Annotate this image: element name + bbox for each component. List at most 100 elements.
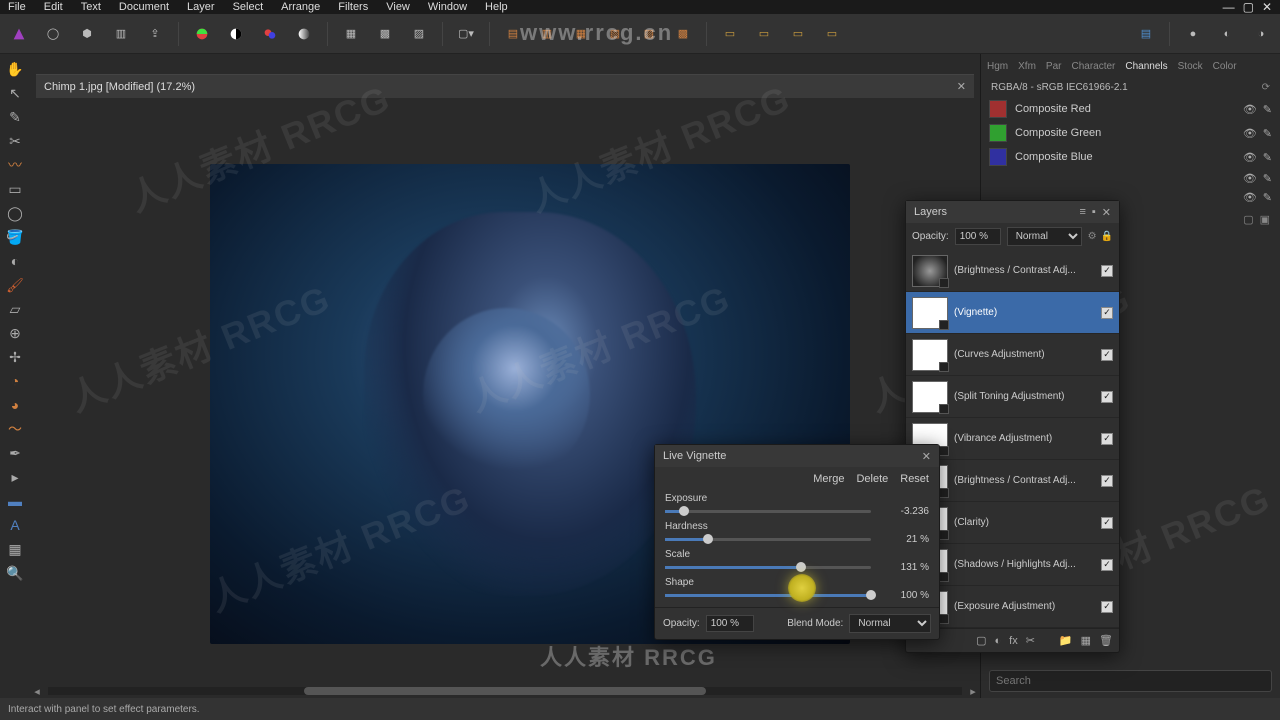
document-close-icon[interactable]: ✕ [957, 80, 966, 93]
window-maximize-icon[interactable]: ▢ [1243, 0, 1254, 14]
window-minimize-icon[interactable]: — [1223, 0, 1235, 14]
color-picker-tool-icon[interactable]: ✎ [3, 106, 27, 128]
menu-window[interactable]: Window [428, 1, 467, 13]
clone-tool-icon[interactable]: ⊕ [3, 322, 27, 344]
channel-blue[interactable]: Composite Blue 👁✎ [981, 145, 1280, 169]
channel-extra[interactable]: 👁✎ [981, 169, 1280, 188]
search-input[interactable] [989, 670, 1272, 692]
align3-icon[interactable]: ▦ [570, 23, 592, 45]
layer-visibility-checkbox[interactable]: ✓ [1101, 307, 1113, 319]
gear-icon[interactable]: ⚙ [1088, 231, 1097, 242]
slider-track[interactable] [665, 566, 871, 569]
crop-tool-icon[interactable]: ✂ [3, 130, 27, 152]
develop-persona-icon[interactable]: ▥ [110, 23, 132, 45]
adj-icon[interactable]: ▢ [976, 634, 986, 647]
channel-red[interactable]: Composite Red 👁✎ [981, 97, 1280, 121]
selection-brush-tool-icon[interactable]: 〰 [3, 154, 27, 176]
menu-edit[interactable]: Edit [44, 1, 63, 13]
mask2-icon[interactable]: ▣ [1260, 213, 1270, 226]
layer-visibility-checkbox[interactable]: ✓ [1101, 475, 1113, 487]
crop-icon[interactable]: ✂ [1026, 634, 1035, 647]
document-tab[interactable]: Chimp 1.jpg [Modified] (17.2%) ✕ [36, 74, 974, 98]
visible-icon[interactable]: 👁 [1243, 103, 1257, 116]
arrange1-icon[interactable]: ▭ [719, 23, 741, 45]
selection-icon[interactable]: ▦ [340, 23, 362, 45]
visible-icon[interactable]: 👁 [1243, 127, 1257, 140]
edit-icon[interactable]: ✎ [1263, 191, 1272, 204]
align1-icon[interactable]: ▤ [502, 23, 524, 45]
assist3-icon[interactable]: ◑ [1250, 23, 1272, 45]
menu-layer[interactable]: Layer [187, 1, 215, 13]
menu-view[interactable]: View [386, 1, 410, 13]
gradient-icon[interactable] [293, 23, 315, 45]
opacity-input[interactable] [955, 228, 1001, 245]
slider-thumb[interactable] [796, 562, 806, 572]
arrange3-icon[interactable]: ▭ [787, 23, 809, 45]
blend-mode-select[interactable]: Normal [1007, 227, 1082, 246]
visible-icon[interactable]: 👁 [1243, 172, 1257, 185]
menu-document[interactable]: Document [119, 1, 169, 13]
add-layer-icon[interactable]: ▦ [1081, 634, 1091, 647]
scroll-right-icon[interactable]: ▸ [966, 684, 980, 698]
slider-thumb[interactable] [703, 534, 713, 544]
menu-select[interactable]: Select [233, 1, 264, 13]
slider-thumb[interactable] [679, 506, 689, 516]
layer-visibility-checkbox[interactable]: ✓ [1101, 517, 1113, 529]
edit-icon[interactable]: ✎ [1263, 172, 1272, 185]
smudge-tool-icon[interactable]: 〜 [3, 418, 27, 440]
slider-track[interactable] [665, 594, 871, 597]
edit-icon[interactable]: ✎ [1263, 151, 1272, 164]
tab-hgm[interactable]: Hgm [987, 61, 1008, 72]
mesh-tool-icon[interactable]: ▦ [3, 538, 27, 560]
text-tool-icon[interactable]: A [3, 514, 27, 536]
node-tool-icon[interactable]: ▸ [3, 466, 27, 488]
delete-button[interactable]: Delete [856, 473, 888, 485]
mask-icon[interactable]: ◐ [994, 635, 1001, 647]
window-close-icon[interactable]: ✕ [1262, 0, 1272, 14]
layer-row[interactable]: (Split Toning Adjustment)✓ [906, 376, 1119, 418]
layer-visibility-checkbox[interactable]: ✓ [1101, 601, 1113, 613]
menu-text[interactable]: Text [81, 1, 101, 13]
tab-stock[interactable]: Stock [1178, 61, 1203, 72]
close-icon[interactable]: ✕ [922, 450, 931, 463]
arrange4-icon[interactable]: ▭ [821, 23, 843, 45]
layer-row[interactable]: (Brightness / Contrast Adj...✓ [906, 250, 1119, 292]
quick-mask-icon[interactable]: ▩ [374, 23, 396, 45]
scroll-left-icon[interactable]: ◂ [30, 684, 44, 698]
slider-track[interactable] [665, 510, 871, 513]
folder-icon[interactable]: 📁 [1059, 634, 1073, 647]
channel-green[interactable]: Composite Green 👁✎ [981, 121, 1280, 145]
panel-menu-icon[interactable]: ≡ [1079, 206, 1085, 219]
tab-channels[interactable]: Channels [1125, 61, 1167, 72]
panel-detach-icon[interactable]: ▪ [1092, 206, 1096, 219]
tab-par[interactable]: Par [1046, 61, 1062, 72]
burn-tool-icon[interactable]: ◕ [3, 394, 27, 416]
paint-brush-tool-icon[interactable]: 🖌 [3, 274, 27, 296]
layer-visibility-checkbox[interactable]: ✓ [1101, 433, 1113, 445]
fx-icon[interactable]: fx [1009, 635, 1018, 647]
photo-persona-icon[interactable]: ◯ [42, 23, 64, 45]
layer-visibility-checkbox[interactable]: ✓ [1101, 349, 1113, 361]
stack-icon[interactable]: ▤ [1135, 23, 1157, 45]
delete-icon[interactable]: 🗑 [1099, 634, 1113, 647]
dodge-tool-icon[interactable]: ◔ [3, 370, 27, 392]
pen-tool-icon[interactable]: ✒ [3, 442, 27, 464]
zoom-tool-icon[interactable]: 🔍 [3, 562, 27, 584]
slider-thumb[interactable] [866, 590, 876, 600]
flood-fill-tool-icon[interactable]: 🪣 [3, 226, 27, 248]
shape-tool-icon[interactable]: ▬ [3, 490, 27, 512]
align5-icon[interactable]: ▨ [638, 23, 660, 45]
refine-icon[interactable]: ▨ [408, 23, 430, 45]
tab-xfm[interactable]: Xfm [1018, 61, 1036, 72]
layer-row[interactable]: (Curves Adjustment)✓ [906, 334, 1119, 376]
marquee-tool-icon[interactable]: ▭ [3, 178, 27, 200]
tab-color[interactable]: Color [1213, 61, 1237, 72]
layer-visibility-checkbox[interactable]: ✓ [1101, 559, 1113, 571]
crop-icon[interactable]: ▢▾ [455, 23, 477, 45]
visible-icon[interactable]: 👁 [1243, 151, 1257, 164]
merge-button[interactable]: Merge [813, 473, 844, 485]
arrange2-icon[interactable]: ▭ [753, 23, 775, 45]
assist1-icon[interactable]: ● [1182, 23, 1204, 45]
inpaint-tool-icon[interactable]: ✢ [3, 346, 27, 368]
layer-row[interactable]: (Vignette)✓ [906, 292, 1119, 334]
